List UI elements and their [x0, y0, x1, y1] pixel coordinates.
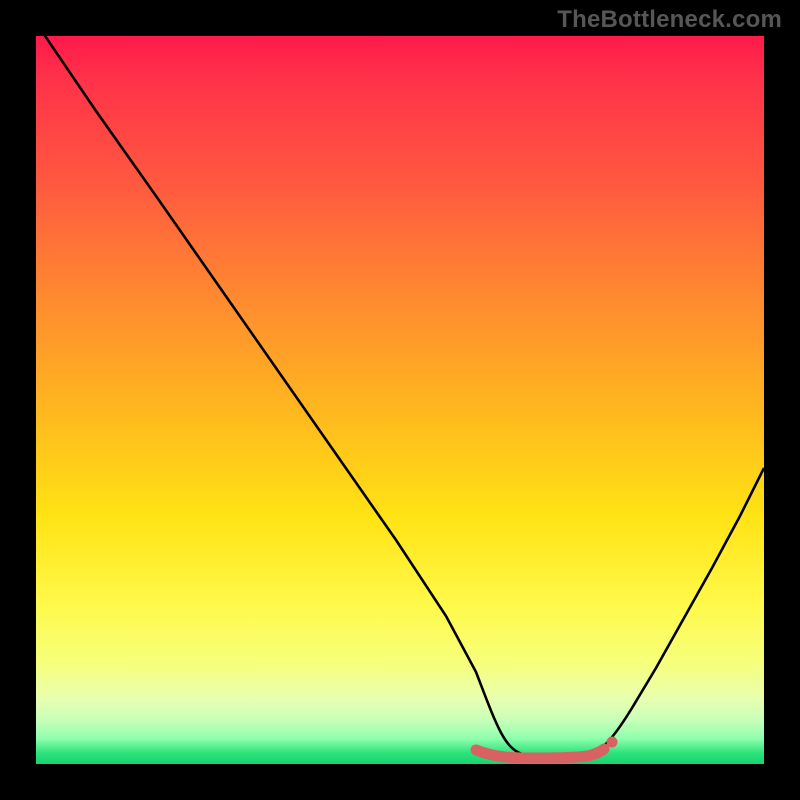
curve-path [41, 36, 764, 758]
plot-area [36, 36, 764, 764]
watermark-text: TheBottleneck.com [557, 6, 782, 34]
bottleneck-curve-svg [36, 36, 764, 764]
valley-band [476, 749, 604, 758]
valley-dot-right [607, 737, 618, 748]
chart-frame: TheBottleneck.com [0, 0, 800, 800]
